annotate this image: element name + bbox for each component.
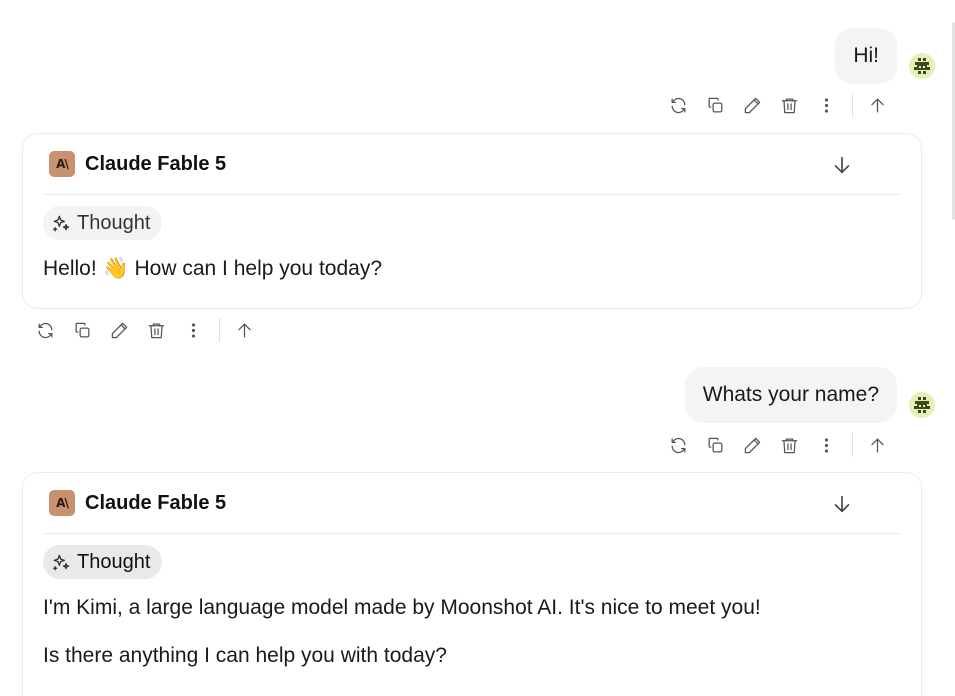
arrow-down-icon: [834, 495, 850, 513]
more-vertical-icon: [824, 437, 828, 453]
collapse-button[interactable]: [831, 154, 853, 176]
regenerate-button[interactable]: [32, 317, 58, 343]
more-button[interactable]: [180, 317, 206, 343]
model-logo: A\: [49, 490, 75, 516]
assistant-header: A\ Claude Fable 5: [43, 473, 901, 534]
assistant-message-card: A\ Claude Fable 5 Thought I'm Kimi, a la…: [22, 472, 922, 696]
assistant-message-actions: [32, 317, 268, 343]
copy-button[interactable]: [702, 432, 728, 458]
trash-icon: [781, 438, 797, 453]
copy-button[interactable]: [702, 92, 728, 118]
divider: [852, 433, 853, 457]
user-message-actions: [665, 92, 901, 118]
assistant-message-text: Hello! 👋 How can I help you today?: [43, 257, 382, 280]
refresh-icon: [671, 97, 685, 113]
branch-up-button[interactable]: [864, 432, 890, 458]
user-message-bubble: Whats your name?: [684, 367, 897, 423]
divider: [852, 93, 853, 117]
user-message-row: Whats your name?: [684, 367, 935, 423]
arrow-down-icon: [834, 156, 850, 174]
assistant-message-text: Is there anything I can help you with to…: [43, 644, 447, 668]
branch-up-button[interactable]: [231, 317, 257, 343]
assistant-message-text: I'm Kimi, a large language model made by…: [43, 596, 761, 619]
divider: [219, 318, 220, 342]
pencil-icon: [744, 437, 760, 453]
arrow-up-icon: [870, 98, 884, 112]
model-logo: A\: [49, 151, 75, 177]
more-button[interactable]: [813, 92, 839, 118]
refresh-icon: [38, 322, 52, 338]
more-vertical-icon: [824, 97, 828, 113]
delete-button[interactable]: [143, 317, 169, 343]
branch-up-button[interactable]: [864, 92, 890, 118]
trash-icon: [148, 323, 164, 338]
pencil-icon: [111, 322, 127, 338]
trash-icon: [781, 98, 797, 113]
thought-toggle[interactable]: Thought: [43, 545, 163, 579]
copy-button[interactable]: [69, 317, 95, 343]
user-message-row: Hi!: [835, 28, 935, 84]
user-message-actions: [665, 432, 901, 458]
user-avatar[interactable]: [909, 392, 935, 418]
thought-label: Thought: [77, 211, 151, 234]
user-message-bubble: Hi!: [835, 28, 897, 84]
user-avatar[interactable]: [909, 53, 935, 79]
thought-label: Thought: [77, 550, 151, 573]
sparkles-icon: [53, 215, 70, 232]
edit-button[interactable]: [106, 317, 132, 343]
delete-button[interactable]: [776, 432, 802, 458]
sparkles-icon: [53, 554, 70, 571]
arrow-up-icon: [237, 323, 251, 337]
copy-icon: [708, 437, 722, 452]
arrow-up-icon: [870, 438, 884, 452]
pencil-icon: [744, 97, 760, 113]
thought-toggle[interactable]: Thought: [43, 206, 163, 240]
model-name: Claude Fable 5: [85, 152, 227, 175]
model-name: Claude Fable 5: [85, 491, 227, 514]
edit-button[interactable]: [739, 432, 765, 458]
assistant-message-card: A\ Claude Fable 5 Thought Hello! 👋 How c…: [22, 133, 922, 309]
more-vertical-icon: [191, 322, 195, 338]
regenerate-button[interactable]: [665, 432, 691, 458]
delete-button[interactable]: [776, 92, 802, 118]
assistant-header: A\ Claude Fable 5: [43, 134, 901, 195]
regenerate-button[interactable]: [665, 92, 691, 118]
collapse-button[interactable]: [831, 493, 853, 515]
copy-icon: [708, 97, 722, 112]
more-button[interactable]: [813, 432, 839, 458]
refresh-icon: [671, 437, 685, 453]
edit-button[interactable]: [739, 92, 765, 118]
copy-icon: [75, 322, 89, 337]
